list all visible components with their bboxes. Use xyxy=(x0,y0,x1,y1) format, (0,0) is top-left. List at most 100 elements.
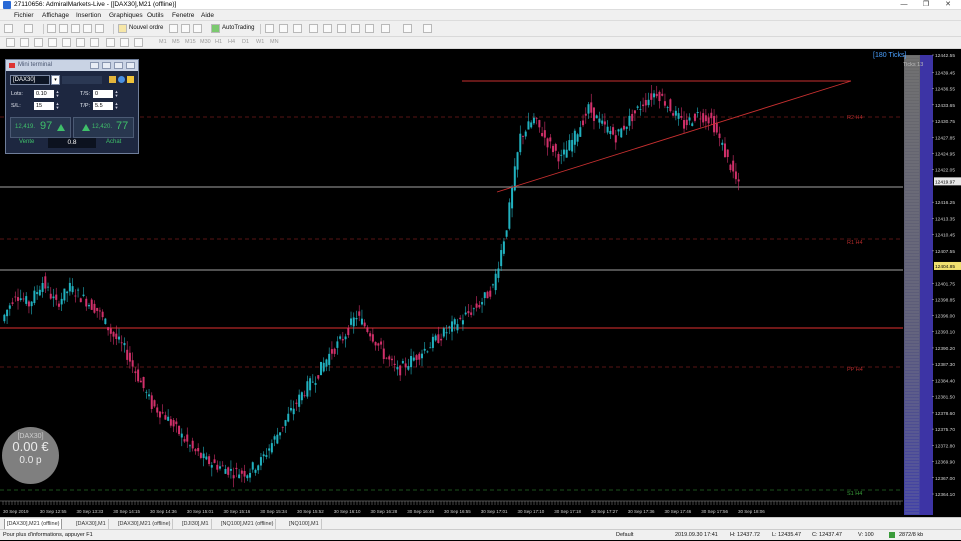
autotrading-icon[interactable] xyxy=(211,24,220,33)
zoom-in-icon[interactable] xyxy=(309,24,318,33)
sell-price-button[interactable]: 12,419. 97 xyxy=(10,117,71,138)
mini-terminal-restore-button[interactable] xyxy=(102,62,111,69)
sell-button[interactable]: Vente xyxy=(19,139,34,145)
horizontal-line-icon[interactable] xyxy=(48,38,57,47)
mini-terminal-header[interactable]: Mini terminal xyxy=(6,60,138,71)
menu-aide[interactable]: Aide xyxy=(201,10,214,21)
status-bar: Pour plus d'informations, appuyer F1 Def… xyxy=(0,529,961,540)
menu-outils[interactable]: Outils xyxy=(147,10,164,21)
crosshair-icon[interactable] xyxy=(20,38,29,47)
mini-terminal-panel[interactable]: Mini terminal [DAX30] ▾ Lots: 0.10 ▲ ▼ T/… xyxy=(5,59,139,154)
timeframe-h4[interactable]: H4 xyxy=(228,37,235,47)
timeframe-m30[interactable]: M30 xyxy=(200,37,211,47)
signals-icon[interactable] xyxy=(181,24,190,33)
metaeditor-icon[interactable] xyxy=(169,24,178,33)
buy-price-button[interactable]: 12,420. 77 xyxy=(73,117,134,138)
symbol-select[interactable]: [DAX30] xyxy=(10,75,50,85)
candle-body xyxy=(399,365,402,376)
vertical-line-icon[interactable] xyxy=(34,38,43,47)
sl-stepper[interactable]: ▲ ▼ xyxy=(55,102,60,110)
lock-icon[interactable] xyxy=(127,76,134,83)
new-order-icon[interactable] xyxy=(118,24,127,33)
candlestick-chart[interactable]: R2 H4 R1 H4 PP H4 S1 H4 12442.55 12439.45 1243… xyxy=(0,49,961,517)
text-icon[interactable] xyxy=(106,38,115,47)
timeframe-m15[interactable]: M15 xyxy=(185,37,196,47)
indicators-icon[interactable] xyxy=(381,24,390,33)
timeframe-m5[interactable]: M5 xyxy=(172,37,180,47)
mini-terminal-maximize-button[interactable] xyxy=(114,62,123,69)
buy-button[interactable]: Achat xyxy=(106,139,121,145)
timeframe-h1[interactable]: H1 xyxy=(215,37,222,47)
tab-nq100-m21-offline[interactable]: [NQ100],M21 (offline) xyxy=(219,519,277,529)
ask-price-big: 77 xyxy=(116,120,129,132)
sl-input[interactable]: 15 xyxy=(34,102,54,110)
menu-fichier[interactable]: Fichier xyxy=(14,10,34,21)
autoscroll-icon[interactable] xyxy=(351,24,360,33)
profiles-icon[interactable] xyxy=(24,24,33,33)
zoom-out-icon[interactable] xyxy=(323,24,332,33)
candle-body xyxy=(571,139,574,152)
mini-terminal-minimize-button[interactable] xyxy=(90,62,99,69)
lots-input[interactable]: 0.10 xyxy=(34,90,54,98)
menu-graphiques[interactable]: Graphiques xyxy=(109,10,143,21)
ts-input[interactable]: 0 xyxy=(93,90,113,98)
candle-body xyxy=(49,293,52,299)
tab-dax30-m21-offline-2[interactable]: [DAX30],M21 (offline) xyxy=(116,519,174,529)
data-window-icon[interactable] xyxy=(59,24,68,33)
lots-stepper[interactable]: ▲ ▼ xyxy=(55,90,60,98)
templates-icon[interactable] xyxy=(423,24,432,33)
time-label: 30 Sep 14:15 xyxy=(113,509,140,514)
label-icon[interactable] xyxy=(120,38,129,47)
tab-nq100-m1[interactable]: [NQ100],M1 xyxy=(287,519,322,529)
menu-fenetre[interactable]: Fenetre xyxy=(172,10,194,21)
spread-input[interactable]: 0.8 xyxy=(48,138,96,148)
time-label: 30 Sep 17:56 xyxy=(701,509,728,514)
info-icon[interactable] xyxy=(118,76,125,83)
tp-stepper[interactable]: ▲ ▼ xyxy=(114,102,119,110)
autotrading-button[interactable]: AutoTrading xyxy=(222,24,254,33)
timeframe-m1[interactable]: M1 xyxy=(159,37,167,47)
menu-affichage[interactable]: Affichage xyxy=(42,10,69,21)
channel-icon[interactable] xyxy=(76,38,85,47)
line-chart-icon[interactable] xyxy=(293,24,302,33)
ts-stepper[interactable]: ▲ ▼ xyxy=(114,90,119,98)
timeframe-d1[interactable]: D1 xyxy=(242,37,249,47)
terminal-icon[interactable] xyxy=(83,24,92,33)
maximize-button[interactable]: ❐ xyxy=(915,0,937,10)
periods-icon[interactable] xyxy=(403,24,412,33)
mini-terminal-close-button[interactable] xyxy=(126,62,135,69)
menu-insertion[interactable]: Insertion xyxy=(76,10,101,21)
arrow-up-icon xyxy=(57,124,65,131)
tp-input[interactable]: 5.5 xyxy=(93,102,113,110)
chart-shift-icon[interactable] xyxy=(365,24,374,33)
trendline-icon[interactable] xyxy=(62,38,71,47)
tile-windows-icon[interactable] xyxy=(337,24,346,33)
minimize-button[interactable]: — xyxy=(893,0,915,10)
arrows-icon[interactable] xyxy=(134,38,143,47)
cursor-icon[interactable] xyxy=(6,38,15,47)
settings-icon[interactable] xyxy=(109,76,116,83)
navigator-icon[interactable] xyxy=(71,24,80,33)
close-button[interactable]: ✕ xyxy=(937,0,959,10)
candle-body xyxy=(508,202,511,229)
tab-dji30-m1[interactable]: [DJI30],M1 xyxy=(180,519,212,529)
new-chart-icon[interactable] xyxy=(4,24,13,33)
candlestick-icon[interactable] xyxy=(279,24,288,33)
candle-body xyxy=(87,304,90,307)
chevron-down-icon[interactable]: ▾ xyxy=(51,75,60,85)
candle-body xyxy=(101,311,104,318)
candle-body xyxy=(535,117,538,119)
candle-body xyxy=(333,348,336,354)
chart-window[interactable]: R2 H4 R1 H4 PP H4 S1 H4 12442.55 12439.45 1243… xyxy=(0,49,961,517)
market-watch-icon[interactable] xyxy=(47,24,56,33)
vps-icon[interactable] xyxy=(193,24,202,33)
candle-body xyxy=(281,426,284,428)
timeframe-w1[interactable]: W1 xyxy=(256,37,264,47)
price-scale-label: 12404.85 xyxy=(935,264,955,270)
timeframe-mn[interactable]: MN xyxy=(270,37,279,47)
fibonacci-icon[interactable] xyxy=(90,38,99,47)
new-order-button[interactable]: Nouvel ordre xyxy=(129,24,163,33)
bar-chart-icon[interactable] xyxy=(265,24,274,33)
strategy-tester-icon[interactable] xyxy=(95,24,104,33)
tab-dax30-m1[interactable]: [DAX30],M1 xyxy=(74,519,109,529)
